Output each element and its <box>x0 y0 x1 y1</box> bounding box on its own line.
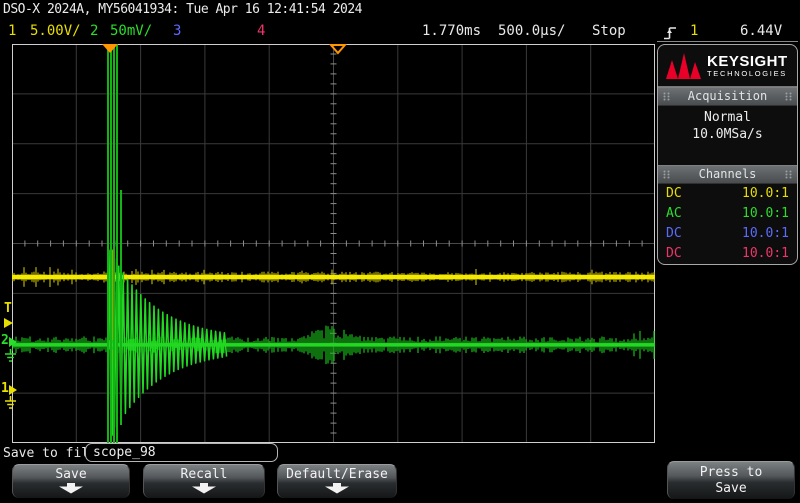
ch1-coupling: DC <box>666 184 682 204</box>
keysight-spark-icon <box>666 51 702 81</box>
channel-row-3: DC 10.0:1 <box>658 224 797 244</box>
menu-down-arrow-icon <box>324 483 350 494</box>
ch1-position-marker-icon[interactable] <box>9 385 17 395</box>
ch2-position-marker-icon[interactable] <box>9 337 17 347</box>
channel-row-2: AC 10.0:1 <box>658 204 797 224</box>
ch2-probe-ratio: 10.0:1 <box>742 204 789 224</box>
ch1-scale[interactable]: 5.00V/ <box>30 23 81 39</box>
save-softkey-label: Save <box>13 467 129 482</box>
ch3-probe-ratio: 10.0:1 <box>742 224 789 244</box>
ch2-coupling: AC <box>666 204 682 224</box>
channels-header-label: Channels <box>699 167 757 181</box>
ch3-number[interactable]: 3 <box>173 23 181 39</box>
info-panel: KEYSIGHT TECHNOLOGIES Acquisition Normal… <box>657 44 798 265</box>
panel-top-divider <box>657 41 798 42</box>
press-to-save-line2: Save <box>668 481 794 497</box>
ch2-number[interactable]: 2 <box>90 23 98 39</box>
ch2-ground-icon <box>4 349 17 363</box>
delay-readout: 1.770ms <box>422 23 481 39</box>
trigger-level-marker-label[interactable]: T <box>4 303 12 315</box>
press-to-save-softkey[interactable]: Press to Save <box>667 461 795 499</box>
default-erase-softkey-label: Default/Erase <box>278 467 396 482</box>
ch1-probe-ratio: 10.0:1 <box>742 184 789 204</box>
menu-down-arrow-icon <box>58 483 84 494</box>
run-state: Stop <box>592 23 626 39</box>
ch1-ground-icon <box>4 396 17 410</box>
waveform-display <box>12 44 655 443</box>
filename-input[interactable]: scope_98 <box>85 443 278 462</box>
acquisition-mode: Normal <box>658 109 797 126</box>
instrument-title: DSO-X 2024A, MY56041934: Tue Apr 16 12:4… <box>3 2 362 17</box>
ch1-position-marker-label[interactable]: 1 <box>1 383 9 395</box>
grip-icon <box>663 170 670 179</box>
acquisition-header: Acquisition <box>658 87 797 106</box>
ch1-number[interactable]: 1 <box>8 23 16 39</box>
keysight-logo: KEYSIGHT TECHNOLOGIES <box>658 45 797 87</box>
save-softkey[interactable]: Save <box>12 464 130 498</box>
ch4-coupling: DC <box>666 244 682 264</box>
graticule <box>12 44 655 443</box>
grip-icon <box>785 170 792 179</box>
default-erase-softkey[interactable]: Default/Erase <box>277 464 397 498</box>
menu-down-arrow-icon <box>191 483 217 494</box>
acquisition-header-label: Acquisition <box>688 89 767 103</box>
brand-subtitle: TECHNOLOGIES <box>707 69 788 78</box>
ch3-coupling: DC <box>666 224 682 244</box>
grip-icon <box>785 92 792 101</box>
trigger-edge-icon <box>663 25 677 41</box>
trigger-level-marker-icon[interactable] <box>4 318 13 328</box>
ch2-position-marker-label[interactable]: 2 <box>1 335 9 347</box>
press-to-save-line1: Press to <box>668 465 794 481</box>
brand-name: KEYSIGHT <box>707 54 788 69</box>
sample-rate: 10.0MSa/s <box>658 126 797 143</box>
trigger-level-readout: 6.44V <box>740 23 782 39</box>
trigger-time-marker <box>102 44 118 53</box>
ch4-probe-ratio: 10.0:1 <box>742 244 789 264</box>
ch2-scale[interactable]: 50mV/ <box>110 23 152 39</box>
timebase-readout: 500.0µs/ <box>498 23 565 39</box>
recall-softkey-label: Recall <box>144 467 264 482</box>
channel-row-4: DC 10.0:1 <box>658 244 797 264</box>
trigger-source: 1 <box>690 23 698 39</box>
channel-row-1: DC 10.0:1 <box>658 184 797 204</box>
recall-softkey[interactable]: Recall <box>143 464 265 498</box>
channels-header: Channels <box>658 165 797 184</box>
ch4-number[interactable]: 4 <box>257 23 265 39</box>
grip-icon <box>663 92 670 101</box>
